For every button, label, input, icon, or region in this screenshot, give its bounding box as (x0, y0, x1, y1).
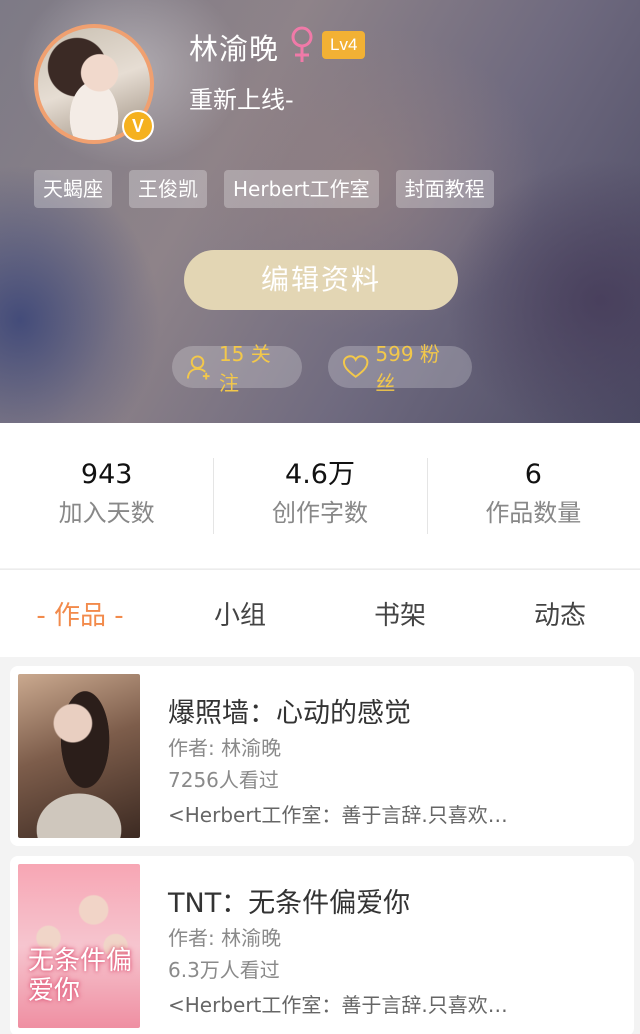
stat-value: 943 (80, 458, 133, 490)
tag-item[interactable]: 天蝎座 (34, 170, 112, 208)
work-card[interactable]: 无条件偏爱你 TNT：无条件偏爱你 作者: 林渝晚 6.3万人看过 <Herbe… (10, 856, 634, 1034)
profile-header: V 林渝晚 Lv4 重新上线- 天蝎座 王俊凯 Herbert工作室 封面教程 … (0, 0, 640, 423)
stat-value: 6 (524, 458, 542, 490)
stat-label: 作品数量 (485, 498, 582, 527)
tab-groups[interactable]: 小组 (160, 595, 320, 632)
tab-bar: - 作品 - 小组 书架 动态 (0, 569, 640, 657)
level-badge: Lv4 (322, 31, 366, 59)
stat-join-days: 943 加入天数 (0, 458, 213, 534)
work-cover-image[interactable] (18, 674, 140, 838)
following-button[interactable]: 15 关注 (172, 342, 302, 395)
following-count: 15 关注 (218, 342, 271, 395)
tag-item[interactable]: 封面教程 (395, 170, 494, 208)
fans-button[interactable]: 599 粉丝 (328, 342, 472, 395)
work-title[interactable]: TNT：无条件偏爱你 (168, 881, 410, 920)
work-card[interactable]: 爆照墙：心动的感觉 作者: 林渝晚 7256人看过 <Herbert工作室：善于… (10, 666, 634, 846)
work-views: 6.3万人看过 (168, 958, 280, 982)
verified-badge-icon: V (122, 110, 154, 142)
username: 林渝晚 (189, 32, 280, 66)
work-title[interactable]: 爆照墙：心动的感觉 (168, 691, 411, 730)
tab-bookshelf[interactable]: 书架 (320, 595, 480, 632)
work-author: 作者: 林渝晚 (168, 736, 282, 760)
heart-icon (342, 355, 369, 378)
female-icon (291, 26, 313, 62)
stat-label: 加入天数 (58, 498, 155, 527)
tab-works[interactable]: - 作品 - (0, 595, 160, 632)
work-views: 7256人看过 (168, 768, 279, 792)
works-list: 爆照墙：心动的感觉 作者: 林渝晚 7256人看过 <Herbert工作室：善于… (10, 666, 634, 1034)
stat-label: 创作字数 (271, 498, 368, 527)
edit-profile-button[interactable]: 编辑资料 (184, 250, 458, 310)
fans-count: 599 粉丝 (375, 342, 440, 395)
tab-activity[interactable]: 动态 (480, 595, 640, 632)
add-person-icon (186, 355, 210, 380)
tag-item[interactable]: 王俊凯 (129, 170, 207, 208)
work-cover-image[interactable]: 无条件偏爱你 (18, 864, 140, 1028)
stat-works-count: 6 作品数量 (426, 457, 640, 534)
tag-list: 天蝎座 王俊凯 Herbert工作室 封面教程 (34, 170, 511, 208)
stats-bar: 943 加入天数 4.6万 创作字数 6 作品数量 (0, 423, 640, 568)
signature: 重新上线- (189, 86, 294, 114)
tag-item[interactable]: Herbert工作室 (224, 170, 379, 208)
work-author: 作者: 林渝晚 (168, 926, 282, 950)
work-description: <Herbert工作室：善于言辞.只喜欢… (168, 993, 508, 1017)
work-description: <Herbert工作室：善于言辞.只喜欢… (168, 803, 508, 827)
stat-word-count: 4.6万 创作字数 (213, 457, 426, 534)
cover-title-text: 无条件偏爱你 (28, 946, 133, 1006)
stat-value: 4.6万 (285, 458, 355, 490)
